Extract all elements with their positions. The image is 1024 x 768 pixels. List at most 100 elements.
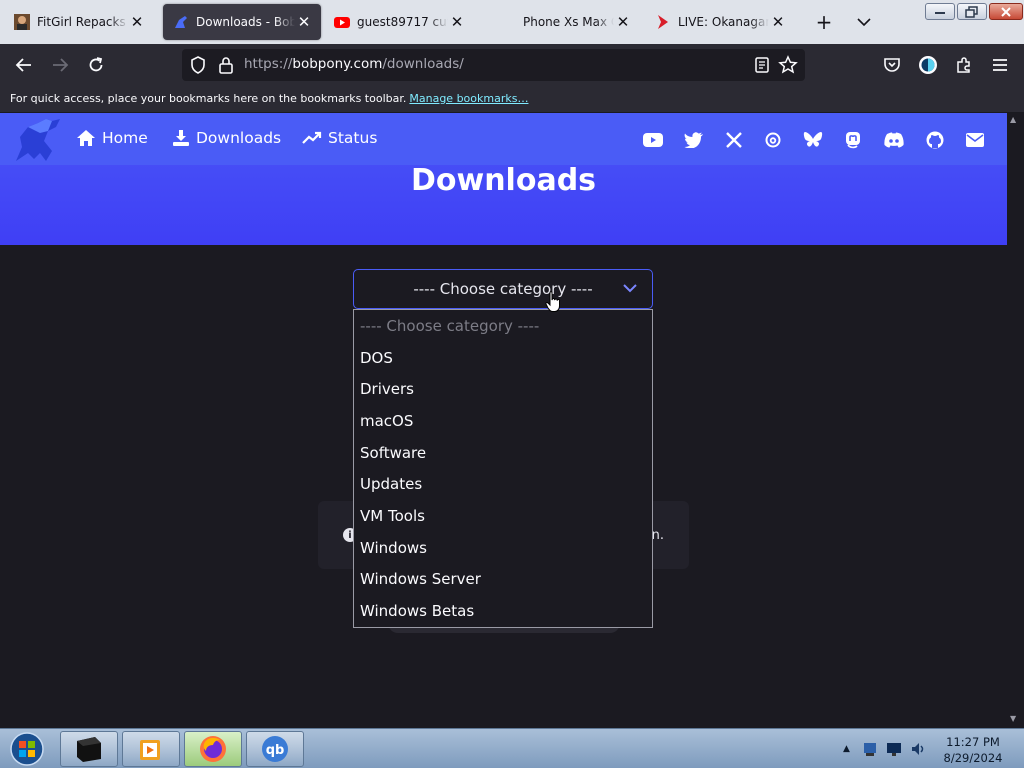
volume-icon[interactable] xyxy=(910,741,926,757)
youtube-icon xyxy=(334,14,350,30)
url-text[interactable]: https://bobpony.com/downloads/ xyxy=(244,56,464,72)
clock-time: 11:27 PM xyxy=(946,735,1000,749)
minimize-button[interactable] xyxy=(925,3,955,20)
youtube-icon[interactable] xyxy=(642,129,664,151)
puzzle-icon xyxy=(957,57,970,73)
nav-status[interactable]: Status xyxy=(302,129,377,147)
tab-news[interactable]: LIVE: Okanagan Ne ✕ xyxy=(645,4,795,40)
account-icon xyxy=(919,56,937,74)
tab-title: Downloads - Bob Pony xyxy=(196,15,295,29)
menu-button[interactable] xyxy=(986,51,1014,79)
close-window-button[interactable] xyxy=(989,3,1023,20)
option-dos[interactable]: DOS xyxy=(354,342,652,374)
taskbar-media-player[interactable] xyxy=(122,731,180,767)
scroll-up-arrow-icon[interactable]: ▲ xyxy=(1010,115,1016,124)
system-tray: ▲ xyxy=(843,741,926,757)
start-button[interactable] xyxy=(5,730,49,768)
close-tab-icon[interactable]: ✕ xyxy=(128,13,146,31)
terminal-icon xyxy=(77,737,101,762)
monitor-icon[interactable] xyxy=(886,741,902,757)
list-all-tabs-button[interactable] xyxy=(852,10,876,34)
tracking-protection-icon[interactable] xyxy=(188,55,208,75)
svg-text:qb: qb xyxy=(266,743,285,758)
minimize-icon xyxy=(935,11,945,14)
restore-button[interactable] xyxy=(957,3,987,20)
navigation-toolbar: https://bobpony.com/downloads/ xyxy=(0,44,1024,86)
github-icon[interactable] xyxy=(924,129,946,151)
hand-pointer-cursor xyxy=(545,291,561,312)
forward-button[interactable] xyxy=(46,51,74,79)
windows-orb-icon xyxy=(10,732,44,766)
clock-date: 8/29/2024 xyxy=(943,751,1003,765)
trend-icon xyxy=(302,131,322,144)
bluesky-icon[interactable] xyxy=(802,129,824,151)
mail-icon[interactable] xyxy=(964,129,986,151)
hamburger-icon xyxy=(993,59,1007,71)
nav-downloads[interactable]: Downloads xyxy=(172,129,281,147)
nav-label: Downloads xyxy=(196,129,282,147)
tab-title: FitGirl Repacks - The xyxy=(37,15,128,29)
taskbar-firefox[interactable] xyxy=(184,731,242,767)
reader-view-icon[interactable] xyxy=(752,55,772,75)
network-icon[interactable] xyxy=(862,741,878,757)
new-tab-button[interactable]: + xyxy=(812,10,836,34)
option-software[interactable]: Software xyxy=(354,437,652,469)
tab-title: Phone Xs Max Case xyxy=(523,15,614,29)
qbittorrent-icon: qb xyxy=(262,736,288,762)
category-select[interactable]: ---- Choose category ---- xyxy=(353,269,653,309)
option-macos[interactable]: macOS xyxy=(354,405,652,437)
option-windows-betas[interactable]: Windows Betas xyxy=(354,595,652,627)
tab-fitgirl[interactable]: FitGirl Repacks - The ✕ xyxy=(4,4,154,40)
tab-bar: FitGirl Repacks - The ✕ Downloads - Bob … xyxy=(0,0,1024,44)
nav-home[interactable]: Home xyxy=(76,129,148,147)
fitgirl-icon xyxy=(14,14,30,30)
account-button[interactable] xyxy=(914,51,942,79)
reload-icon xyxy=(89,57,103,72)
firefox-icon xyxy=(200,736,226,762)
twitter-icon[interactable] xyxy=(683,129,705,151)
bookmarks-hint: For quick access, place your bookmarks h… xyxy=(10,92,407,105)
bobpony-icon xyxy=(173,14,189,30)
manage-bookmarks-link[interactable]: Manage bookmarks… xyxy=(409,92,528,105)
page-header: Home Downloads Status Downloads xyxy=(0,113,1007,245)
x-icon[interactable] xyxy=(723,129,745,151)
close-tab-icon[interactable]: ✕ xyxy=(614,13,632,31)
close-tab-icon[interactable]: ✕ xyxy=(448,13,466,31)
tab-youtube[interactable]: guest89717 cut ra n ✕ xyxy=(324,4,474,40)
tab-phone-case[interactable]: Phone Xs Max Case ✕ xyxy=(490,4,640,40)
pocket-icon xyxy=(884,58,900,72)
back-button[interactable] xyxy=(10,51,38,79)
option-windows-server[interactable]: Windows Server xyxy=(354,564,652,596)
tab-downloads[interactable]: Downloads - Bob Pony ✕ xyxy=(163,4,321,40)
reload-button[interactable] xyxy=(82,51,110,79)
lock-icon[interactable] xyxy=(216,55,236,75)
option-vm-tools[interactable]: VM Tools xyxy=(354,500,652,532)
page-title: Downloads xyxy=(410,163,597,198)
option-placeholder[interactable]: ---- Choose category ---- xyxy=(354,310,652,342)
close-tab-icon[interactable]: ✕ xyxy=(295,13,313,31)
media-player-icon xyxy=(140,740,160,760)
bobpony-logo[interactable] xyxy=(12,117,64,165)
address-bar[interactable]: https://bobpony.com/downloads/ xyxy=(182,49,805,81)
threads-icon[interactable] xyxy=(762,129,784,151)
pocket-button[interactable] xyxy=(878,51,906,79)
option-drivers[interactable]: Drivers xyxy=(354,373,652,405)
bookmark-star-icon[interactable] xyxy=(778,55,798,75)
page-scrollbar[interactable] xyxy=(1007,113,1024,728)
scroll-down-arrow-icon[interactable]: ▼ xyxy=(1010,714,1016,723)
option-windows[interactable]: Windows xyxy=(354,532,652,564)
taskbar-terminal[interactable] xyxy=(60,731,118,767)
extensions-button[interactable] xyxy=(950,51,978,79)
chevron-down-icon xyxy=(623,284,637,293)
site-navbar: Home Downloads Status xyxy=(0,113,1007,165)
taskbar-qbittorrent[interactable]: qb xyxy=(246,731,304,767)
nav-label: Home xyxy=(102,129,148,147)
show-hidden-icons[interactable]: ▲ xyxy=(843,744,850,754)
forward-arrow-icon xyxy=(53,58,69,72)
discord-icon[interactable] xyxy=(883,129,905,151)
mastodon-icon[interactable] xyxy=(842,129,864,151)
news-icon xyxy=(655,14,671,30)
taskbar-clock[interactable]: 11:27 PM 8/29/2024 xyxy=(930,734,1016,766)
close-tab-icon[interactable]: ✕ xyxy=(769,13,787,31)
option-updates[interactable]: Updates xyxy=(354,468,652,500)
